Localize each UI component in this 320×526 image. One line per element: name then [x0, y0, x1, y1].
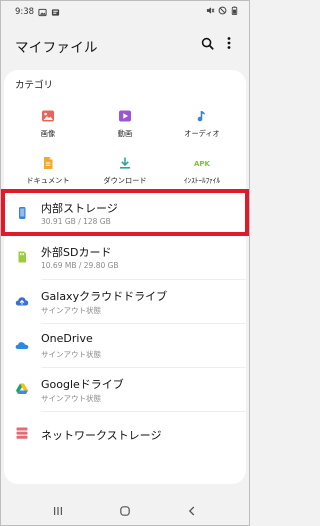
storage-status: サインアウト状態 [41, 350, 101, 359]
app-header: マイファイル [1, 33, 249, 56]
category-audio[interactable]: オーディオ [162, 109, 242, 149]
divider [41, 367, 246, 368]
image-icon [38, 8, 47, 16]
storage-title: Galaxyクラウドドライブ [41, 290, 168, 303]
page-title: マイファイル [15, 40, 98, 56]
category-heading: カテゴリ [15, 80, 54, 91]
category-label: ｲﾝｽﾄｰﾙﾌｧｲﾙ [184, 176, 220, 185]
more-options-button[interactable] [221, 35, 237, 51]
storage-item-network[interactable]: ネットワークストレージ [4, 413, 246, 455]
storage-title: OneDrive [41, 332, 93, 345]
storage-title: 外部SDカード [41, 246, 112, 259]
onedrive-icon [15, 342, 29, 349]
download-icon [120, 157, 130, 169]
more-icon [227, 37, 231, 49]
category-images[interactable]: 画像 [8, 109, 88, 149]
my-files-app: 9:38 マイファイル カテゴリ 画像 動画 オーディオ ドキュメント ダウンロ… [0, 0, 250, 526]
home-button[interactable] [118, 504, 132, 518]
video-icon [119, 110, 131, 122]
category-videos[interactable]: 動画 [85, 109, 165, 149]
audio-icon [197, 111, 205, 122]
image-icon [42, 110, 54, 122]
storage-item-sd-card[interactable]: 外部SDカード 10.69 MB / 29.80 GB [4, 237, 246, 279]
apk-icon: APK [194, 160, 211, 168]
category-label: 画像 [40, 129, 56, 138]
mute-icon [206, 7, 215, 14]
notification-icon [51, 8, 60, 16]
divider [41, 235, 246, 236]
storage-usage: 10.69 MB / 29.80 GB [41, 261, 119, 270]
dnd-icon [218, 6, 227, 15]
battery-icon [231, 6, 238, 15]
storage-title: 内部ストレージ [41, 202, 118, 215]
category-label: オーディオ [184, 129, 220, 138]
storage-usage: 30.91 GB / 128 GB [41, 217, 111, 226]
storage-status: サインアウト状態 [41, 306, 101, 315]
storage-title: ネットワークストレージ [41, 429, 162, 442]
storage-title: Googleドライブ [41, 378, 124, 391]
category-label: ダウンロード [103, 176, 147, 185]
storage-item-onedrive[interactable]: OneDrive サインアウト状態 [4, 325, 246, 367]
google-drive-icon [16, 383, 28, 394]
navigation-bar [1, 497, 249, 525]
status-time: 9:38 [15, 7, 35, 17]
home-icon [120, 506, 130, 516]
storage-list: 内部ストレージ 30.91 GB / 128 GB 外部SDカード 10.69 … [4, 186, 246, 484]
recents-button[interactable] [51, 504, 65, 518]
back-button[interactable] [185, 504, 199, 518]
status-bar: 9:38 [1, 1, 249, 23]
search-icon [201, 37, 214, 50]
divider [41, 279, 246, 280]
sd-card-icon [18, 251, 26, 263]
search-button[interactable] [199, 35, 215, 51]
category-label: 動画 [117, 129, 133, 138]
document-icon [44, 157, 53, 169]
storage-item-galaxy-cloud[interactable]: Galaxyクラウドドライブ サインアウト状態 [4, 281, 246, 323]
storage-item-internal[interactable]: 内部ストレージ 30.91 GB / 128 GB [4, 193, 246, 235]
storage-status: サインアウト状態 [41, 394, 101, 403]
phone-icon [19, 207, 26, 219]
back-icon [188, 506, 195, 516]
storage-item-google-drive[interactable]: Googleドライブ サインアウト状態 [4, 369, 246, 411]
network-storage-icon [16, 427, 28, 439]
divider [41, 411, 246, 412]
divider [41, 323, 246, 324]
recents-icon [54, 507, 62, 515]
category-label: ドキュメント [26, 176, 70, 185]
svg-text:APK: APK [194, 160, 211, 168]
galaxy-cloud-icon [15, 297, 29, 306]
